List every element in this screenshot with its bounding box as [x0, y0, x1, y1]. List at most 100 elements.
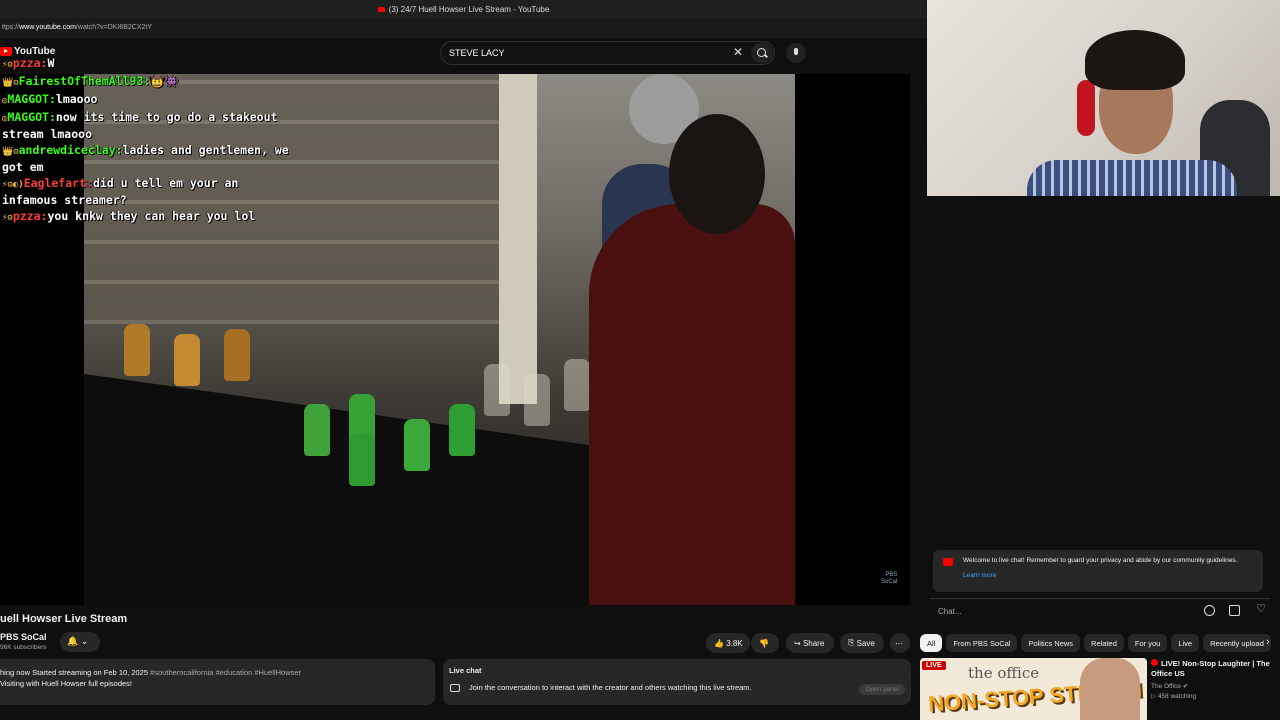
- live-dot-icon: [1151, 659, 1158, 666]
- voice-search-button[interactable]: [786, 43, 806, 63]
- learn-more-link[interactable]: Learn more: [963, 571, 1257, 581]
- emoji-icon[interactable]: [1204, 605, 1215, 616]
- chat-username: pzza:: [12, 56, 48, 70]
- verified-icon: ✔: [1182, 683, 1189, 690]
- description-line2: Visiting with Huell Howser full episodes…: [0, 679, 133, 688]
- live-badge: LIVE: [922, 661, 946, 670]
- bookmark-icon: ⎘: [848, 638, 857, 647]
- chevron-down-icon: ⌄: [80, 636, 89, 646]
- chat-bubble-icon: [450, 683, 460, 692]
- video-woman: [589, 204, 795, 605]
- search-input[interactable]: STEVE LACY: [440, 41, 775, 65]
- like-count: 3.8K: [726, 638, 743, 648]
- recommendation-watching: ▷ 458 watching: [1151, 692, 1196, 700]
- share-button[interactable]: ↪ Share: [786, 633, 834, 653]
- recommendation-title-text: LIVE! Non-Stop Laughter | The Office US: [1151, 659, 1270, 678]
- thumbnail-office-text: the office: [968, 664, 1040, 682]
- chat-badge-icon: ⚡⚙◐): [2, 180, 24, 190]
- recommendation-channel[interactable]: The Office ✔: [1151, 682, 1188, 690]
- chip-related[interactable]: Related: [1084, 634, 1124, 652]
- thumbs-up-icon: 👍: [714, 638, 727, 648]
- video-glass: [484, 364, 510, 416]
- recommendation-channel-name: The Office: [1151, 683, 1181, 690]
- thumbs-down-icon: 👎: [759, 638, 769, 648]
- pbs-watermark-line2: SoCal: [881, 579, 898, 585]
- chat-text: lmaooo: [55, 92, 98, 106]
- channel-name[interactable]: PBS SoCal: [0, 632, 47, 642]
- chat-message: 👑⚙FairestOfThemAll93:🤠👾: [2, 74, 292, 91]
- chat-username: MAGGOT:: [7, 110, 56, 124]
- live-chat-title: Live chat: [449, 666, 482, 675]
- chat-badge-icon: ⚡⚙: [2, 60, 13, 70]
- chip-live[interactable]: Live: [1171, 634, 1200, 652]
- super-chat-icon[interactable]: [1229, 605, 1240, 616]
- video-glass: [304, 404, 330, 456]
- chat-badge-icon: 👑⚙: [2, 78, 19, 88]
- youtube-play-icon: [0, 47, 12, 56]
- video-glass: [224, 329, 250, 381]
- video-pillar: [499, 74, 537, 404]
- chat-badge-icon: 👑⚙: [2, 147, 19, 157]
- live-chat-join-text: Join the conversation to interact with t…: [469, 683, 752, 692]
- chat-welcome-text: Welcome to live chat! Remember to guard …: [963, 557, 1238, 564]
- video-glass: [124, 324, 150, 376]
- youtube-favicon-icon: [377, 6, 385, 12]
- dislike-button[interactable]: 👎: [751, 633, 779, 653]
- chevron-right-icon[interactable]: ›: [1266, 636, 1270, 648]
- webcam-headset: [1077, 80, 1095, 136]
- clear-search-icon[interactable]: ✕: [733, 45, 743, 59]
- pbs-watermark-line1: PBS: [885, 572, 898, 578]
- more-actions-button[interactable]: ⋯: [890, 633, 910, 653]
- live-viewers-icon: ▷: [1151, 693, 1158, 700]
- webcam-hair: [1085, 30, 1185, 90]
- share-label: Share: [802, 638, 825, 648]
- thumbnail-person: [1080, 658, 1140, 720]
- video-glass: [404, 419, 430, 471]
- youtube-icon: [943, 558, 953, 566]
- recommendation-chips: All From PBS SoCal Politics News Related For…: [920, 634, 1280, 654]
- video-glass: [524, 374, 550, 426]
- like-button[interactable]: 👍 3.8K: [706, 633, 750, 653]
- live-chat-teaser: Live chat Join the conversation to inter…: [443, 659, 911, 705]
- heart-icon[interactable]: ♡: [1256, 602, 1267, 615]
- notification-bell-button[interactable]: 🔔 ⌄: [60, 632, 100, 652]
- chat-text: you knkw they can hear you lol: [47, 209, 256, 223]
- open-panel-button[interactable]: Open panel: [859, 684, 905, 695]
- chip-all[interactable]: All: [920, 634, 943, 652]
- live-chat-join: Join the conversation to interact with t…: [449, 683, 905, 692]
- video-title: uell Howser Live Stream: [0, 613, 128, 625]
- chat-message: ⚡⚙pzza:you knkw they can hear you lol: [2, 209, 292, 226]
- video-glass: [564, 359, 590, 411]
- watching-count: 458 watching: [1157, 693, 1197, 700]
- save-button[interactable]: ⎘ Save: [840, 633, 884, 653]
- stream-chat-overlay: ⚡⚙pzza:W 👑⚙FairestOfThemAll93:🤠👾 ◎MAGGOT:l…: [2, 56, 292, 227]
- chip-politics-news[interactable]: Politics News: [1021, 634, 1081, 652]
- chat-message: ⚡⚙pzza:W: [2, 56, 292, 73]
- chip-recently-upload[interactable]: Recently upload: [1203, 634, 1271, 652]
- chip-from-pbs-socal[interactable]: From PBS SoCal: [946, 634, 1018, 652]
- chip-for-you[interactable]: For you: [1127, 634, 1168, 652]
- description-stats: hing now Started streaming on Feb 10, 20…: [0, 668, 151, 677]
- chat-username: MAGGOT:: [7, 92, 56, 106]
- chat-username: andrewdiceclay:: [18, 143, 123, 157]
- pbs-watermark: PBS SoCal: [881, 572, 897, 586]
- url-prefix: ttps://: [2, 24, 20, 31]
- description-box[interactable]: hing now Started streaming on Feb 10, 20…: [0, 659, 435, 705]
- description-hashtags[interactable]: #southerncalifornia #education #HuellHow…: [150, 668, 301, 677]
- video-glass: [349, 434, 375, 486]
- bell-icon: 🔔: [67, 636, 79, 646]
- url-domain: www.youtube.com: [19, 24, 76, 31]
- chat-text: 🤠👾: [150, 74, 179, 88]
- video-glass: [449, 404, 475, 456]
- share-arrow-icon: ↪: [794, 638, 803, 648]
- description-line1: hing now Started streaming on Feb 10, 20…: [0, 667, 435, 678]
- webcam-overlay: [927, 0, 1280, 196]
- subscriber-count: 96K subscribers: [0, 644, 47, 651]
- recommendation-title[interactable]: LIVE! Non-Stop Laughter | The Office US: [1151, 659, 1276, 679]
- search-button[interactable]: [751, 43, 773, 63]
- address-bar[interactable]: ttps://www.youtube.com/watch?v=DKI6B2CX2…: [0, 18, 927, 38]
- chat-message: ◎MAGGOT:lmaooo: [2, 92, 292, 109]
- chat-input[interactable]: Chat...: [930, 598, 1270, 624]
- tab-title: (3) 24/7 Huell Howser Live Stream - YouT…: [388, 4, 550, 14]
- recommendation-thumbnail[interactable]: LIVE the office NON-STOP STREAM: [920, 658, 1147, 720]
